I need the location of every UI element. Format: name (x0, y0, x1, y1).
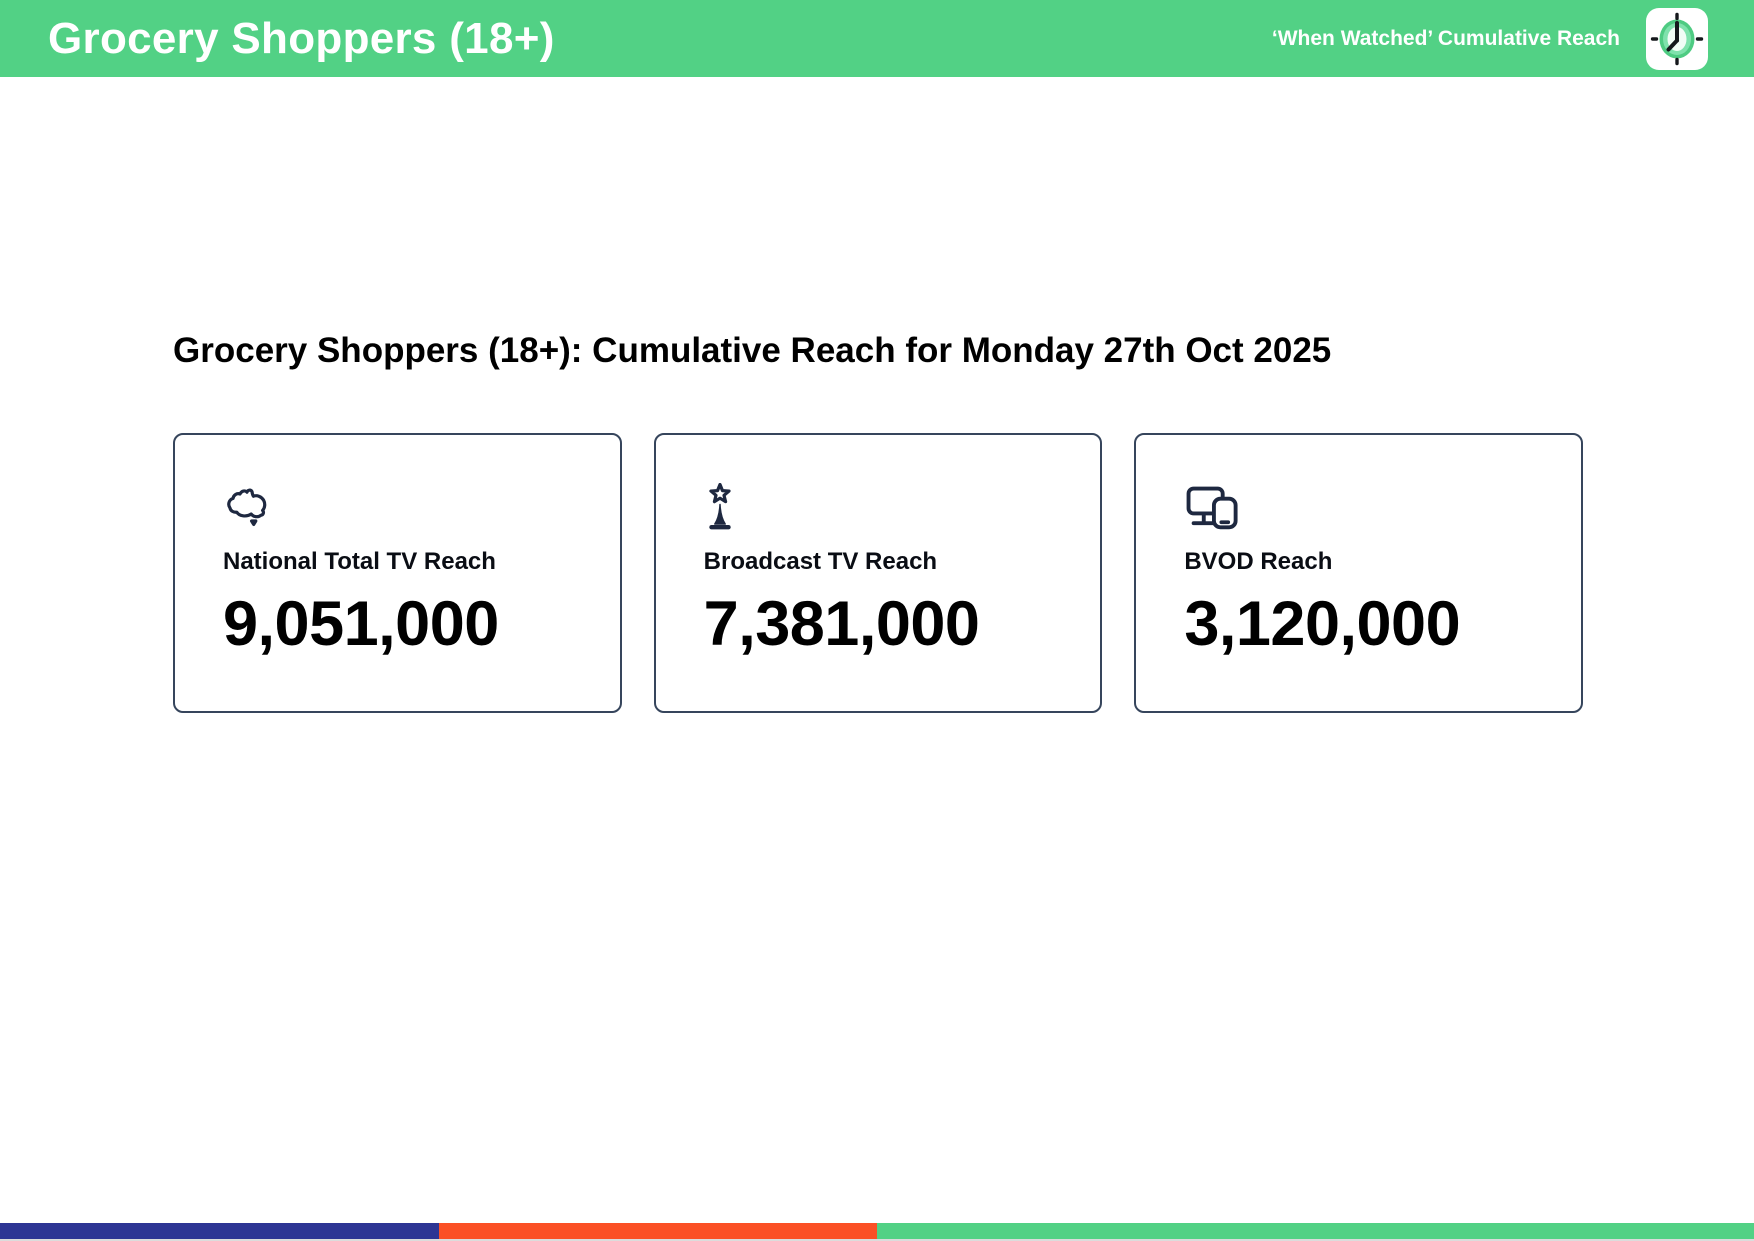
card-label: National Total TV Reach (223, 548, 496, 575)
main-content: Grocery Shoppers (18+): Cumulative Reach… (0, 330, 1754, 713)
footer-bar (0, 1223, 1754, 1239)
footer-segment-navy (0, 1223, 439, 1239)
kpi-card-bvod: BVOD Reach 3,120,000 (1134, 433, 1584, 713)
kpi-card-national-total-tv: National Total TV Reach 9,051,000 (173, 433, 622, 713)
app-title: Grocery Shoppers (18+) (48, 13, 555, 63)
footer-color-bar (0, 1223, 1754, 1241)
screens-devices-icon (1184, 483, 1533, 531)
page-title: Grocery Shoppers (18+): Cumulative Reach… (173, 331, 1332, 370)
header-right-group: ‘When Watched’ Cumulative Reach (1271, 7, 1708, 70)
card-label: Broadcast TV Reach (703, 548, 938, 575)
broadcast-tower-icon (704, 483, 1053, 531)
clock-logo-icon (1646, 7, 1708, 70)
header-bar: Grocery Shoppers (18+) ‘When Watched’ Cu… (0, 0, 1754, 77)
kpi-card-row: National Total TV Reach 9,051,000 Broadc… (173, 433, 1584, 713)
card-value: 9,051,000 (223, 589, 499, 659)
footer-segment-orange (438, 1223, 877, 1239)
card-label: BVOD Reach (1184, 548, 1333, 575)
card-value: 7,381,000 (703, 589, 980, 659)
card-value: 3,120,000 (1184, 589, 1461, 659)
kpi-card-broadcast-tv: Broadcast TV Reach 7,381,000 (653, 433, 1103, 713)
footer-segment-green (877, 1223, 1754, 1239)
header-tagline: ‘When Watched’ Cumulative Reach (1271, 26, 1620, 50)
australia-map-icon (223, 483, 572, 531)
